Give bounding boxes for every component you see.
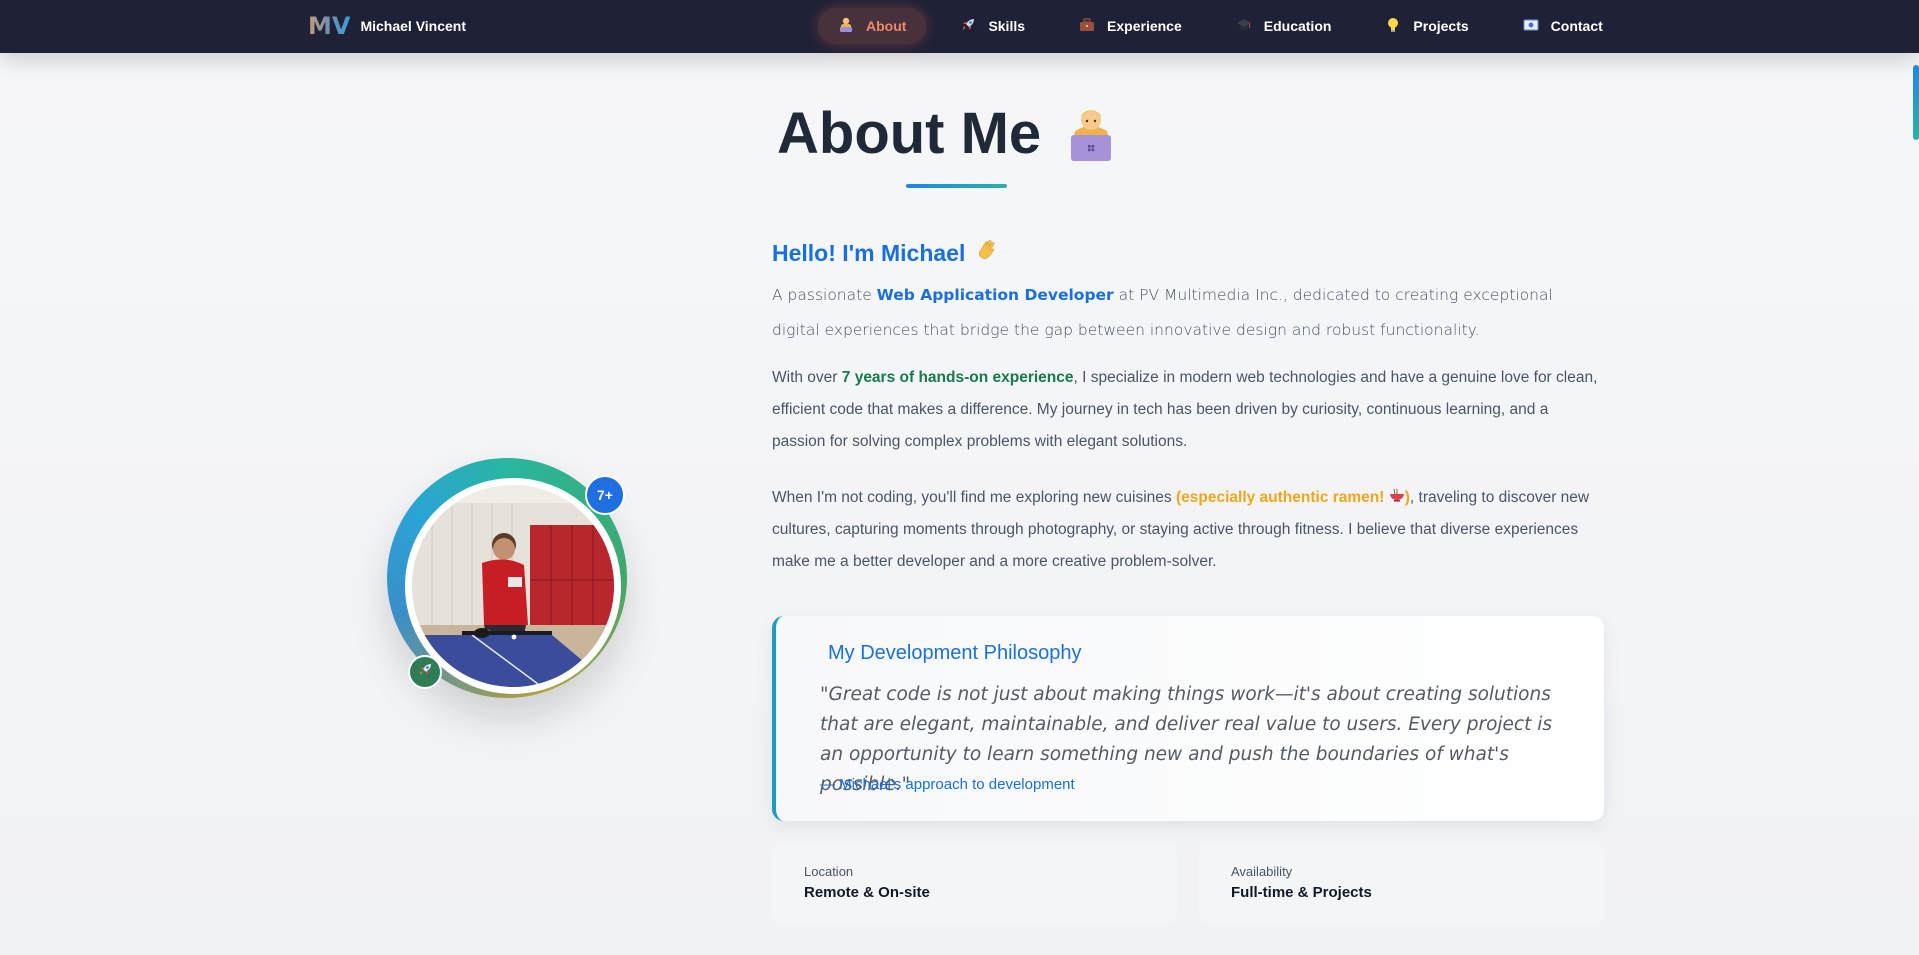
profile-photo — [412, 485, 614, 687]
availability-card: Availability Full-time & Projects — [1199, 845, 1604, 923]
nav-item-projects[interactable]: Projects — [1365, 8, 1488, 44]
nav-label-about: About — [866, 18, 907, 34]
nav-menu: About Skills Experience Education Projec… — [818, 8, 1637, 44]
waving-hand-icon — [975, 238, 999, 268]
experience-highlight: 7 years of hands-on experience — [841, 369, 1074, 386]
rocket-icon — [417, 662, 433, 683]
intro-paragraph: A passionate Web Application Developer a… — [772, 278, 1604, 348]
nav-item-about[interactable]: About — [818, 8, 927, 44]
scrollbar-thumb[interactable] — [1913, 65, 1919, 140]
brand[interactable]: MV Michael Vincent — [308, 12, 466, 40]
top-navbar: MV Michael Vincent About Skills Experien… — [0, 0, 1919, 53]
nav-item-education[interactable]: Education — [1216, 8, 1352, 44]
brand-name: Michael Vincent — [360, 18, 467, 34]
nav-item-contact[interactable]: Contact — [1503, 8, 1623, 44]
rocket-badge — [408, 655, 442, 689]
rocket-icon — [960, 17, 976, 36]
nav-label-skills: Skills — [988, 18, 1026, 34]
nav-label-experience: Experience — [1107, 18, 1182, 34]
availability-value: Full-time & Projects — [1231, 884, 1372, 901]
brand-logo: MV — [308, 12, 351, 40]
location-value: Remote & On-site — [804, 884, 930, 901]
location-card: Location Remote & On-site — [772, 845, 1177, 923]
lightbulb-icon — [1385, 17, 1401, 36]
location-label: Location — [804, 864, 854, 879]
intro-highlight: Web Application Developer — [876, 286, 1114, 304]
nav-item-experience[interactable]: Experience — [1059, 8, 1202, 44]
philosophy-card: My Development Philosophy "Great code is… — [772, 616, 1604, 821]
experience-paragraph: With over 7 years of hands-on experience… — [772, 362, 1604, 458]
briefcase-icon — [1079, 17, 1095, 35]
ramen-bowl-icon — [1389, 488, 1405, 506]
graduation-cap-icon — [1236, 18, 1252, 35]
hobbies-paragraph: When I'm not coding, you'll find me expl… — [772, 482, 1604, 578]
title-underline — [906, 184, 1007, 188]
hello-text: Hello! I'm Michael — [772, 239, 966, 266]
experience-years-badge: 7+ — [585, 475, 625, 515]
experience-pre: With over — [772, 369, 842, 386]
philosophy-author: — Michael's approach to development — [820, 776, 1075, 793]
nav-label-projects: Projects — [1413, 18, 1469, 34]
section-title: About Me — [777, 100, 1117, 167]
nav-item-skills[interactable]: Skills — [940, 8, 1045, 44]
nav-label-education: Education — [1263, 18, 1332, 34]
hello-heading: Hello! I'm Michael — [772, 234, 1604, 272]
about-content: Hello! I'm Michael A passionate Web Appl… — [772, 234, 1604, 578]
person-laptop-icon — [838, 17, 854, 36]
philosophy-title: My Development Philosophy — [828, 642, 1082, 664]
intro-pre: A passionate — [772, 286, 877, 304]
hobbies-highlight: (especially authentic ramen! ) — [1175, 488, 1410, 506]
section-title-text: About Me — [777, 101, 1042, 166]
envelope-icon — [1523, 19, 1539, 34]
person-laptop-icon — [1065, 105, 1117, 163]
hobbies-pre: When I'm not coding, you'll find me expl… — [772, 489, 1176, 506]
availability-label: Availability — [1231, 864, 1293, 879]
nav-label-contact: Contact — [1550, 18, 1603, 34]
hobbies-highlight-text: (especially authentic ramen! — [1175, 489, 1389, 506]
